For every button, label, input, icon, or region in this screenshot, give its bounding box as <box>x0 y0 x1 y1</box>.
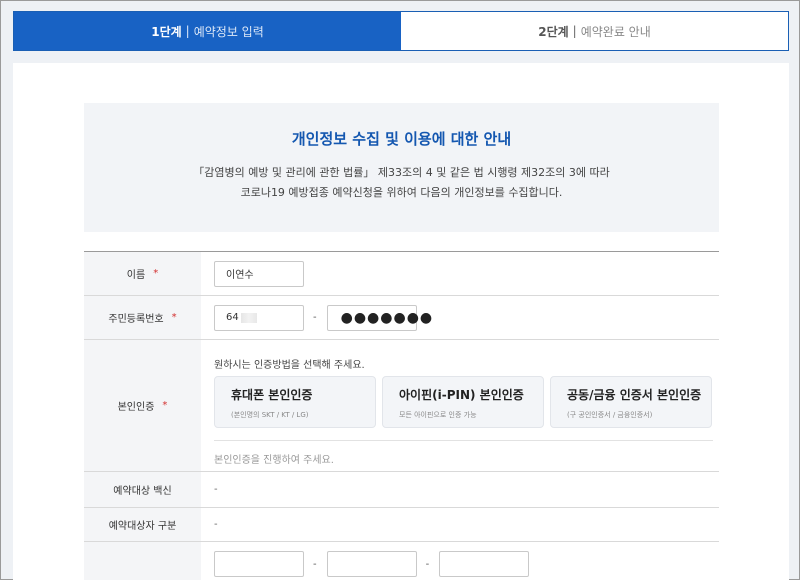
phone-part-2-input[interactable] <box>326 551 417 577</box>
name-label-text: 이름 <box>126 270 146 281</box>
rrn-field-cell: 64 - ●●●●●●● <box>201 296 719 339</box>
name-row: 이름 * 이연수 <box>84 252 719 296</box>
name-input[interactable]: 이연수 <box>214 260 304 287</box>
auth-label: 본인인증 * <box>84 340 201 471</box>
rrn-front-input[interactable]: 64 <box>214 304 304 331</box>
required-mark: * <box>171 312 177 323</box>
vaccine-label: 예약대상 백신 <box>84 472 201 507</box>
privacy-notice: 개인정보 수집 및 이용에 대한 안내 「감염병의 예방 및 관리에 관한 법률… <box>84 103 719 232</box>
vaccine-field-cell: - <box>201 472 719 507</box>
phone-part-3-input[interactable] <box>439 551 530 577</box>
category-field-cell: - <box>201 508 719 541</box>
rrn-back-input[interactable]: ●●●●●●● <box>326 304 432 331</box>
step-2-tab[interactable]: 2단계 | 예약완료 안내 <box>401 12 788 50</box>
privacy-notice-line-2: 코로나19 예방접종 예약신청을 위하여 다음의 개인정보를 수집합니다. <box>240 186 563 199</box>
phone-part-1-input[interactable] <box>214 551 304 577</box>
rrn-label-text: 주민등록번호 <box>108 314 164 325</box>
step-2-label: 예약완료 안내 <box>580 24 651 39</box>
step-1-separator: | <box>185 24 190 38</box>
auth-field-cell: 원하시는 인증방법을 선택해 주세요. 휴대폰 본인인증 (본인명의 SKT /… <box>201 340 719 471</box>
required-mark: * <box>162 400 168 411</box>
page-frame: 1단계 | 예약정보 입력 2단계 | 예약완료 안내 개인정보 수집 및 이용… <box>0 0 800 580</box>
phone-auth-subtitle: (본인명의 SKT / KT / LG) <box>231 411 309 419</box>
privacy-notice-title: 개인정보 수집 및 이용에 대한 안내 <box>291 130 512 148</box>
auth-label-text: 본인인증 <box>117 402 155 413</box>
step-1-tab[interactable]: 1단계 | 예약정보 입력 <box>14 12 401 50</box>
phone-dash-1: - <box>313 558 317 570</box>
step-1-number: 1단계 <box>151 24 182 39</box>
step-1-label: 예약정보 입력 <box>193 24 264 39</box>
privacy-notice-line-1: 「감염병의 예방 및 관리에 관한 법률」 제33조의 4 및 같은 법 시행령… <box>193 166 610 179</box>
phone-field-cell: - - <box>201 542 719 580</box>
category-label-text: 예약대상자 구분 <box>108 521 177 532</box>
step-2-separator: | <box>572 24 577 38</box>
phone-auth-button[interactable]: 휴대폰 본인인증 (본인명의 SKT / KT / LG) <box>214 376 376 428</box>
phone-auth-title: 휴대폰 본인인증 <box>231 388 313 402</box>
vaccine-value: - <box>214 484 218 495</box>
certificate-auth-subtitle: (구 공인인증서 / 금융인증서) <box>567 411 653 419</box>
rrn-dash: - <box>313 312 317 323</box>
category-row: 예약대상자 구분 - <box>84 508 719 542</box>
auth-status-note: 본인인증을 진행하여 주세요. <box>214 455 334 466</box>
auth-row: 본인인증 * 원하시는 인증방법을 선택해 주세요. 휴대폰 본인인증 (본인명… <box>84 340 719 472</box>
ipin-auth-subtitle: 모든 아이핀으로 인증 가능 <box>399 411 477 419</box>
phone-row: - - <box>84 542 719 580</box>
vaccine-label-text: 예약대상 백신 <box>113 486 172 497</box>
name-input-value: 이연수 <box>226 270 254 281</box>
certificate-auth-title: 공동/금융 인증서 본인인증 <box>567 388 702 402</box>
rrn-row: 주민등록번호 * 64 - ●●●●●●● <box>84 296 719 340</box>
privacy-notice-body: 「감염병의 예방 및 관리에 관한 법률」 제33조의 4 및 같은 법 시행령… <box>84 163 719 203</box>
rrn-label: 주민등록번호 * <box>84 296 201 339</box>
reservation-form: 이름 * 이연수 주민등록번호 * 64 - ●●●●●●● 본인인증 * 원하… <box>84 251 719 580</box>
certificate-auth-button[interactable]: 공동/금융 인증서 본인인증 (구 공인인증서 / 금융인증서) <box>550 376 712 428</box>
reservation-card: 개인정보 수집 및 이용에 대한 안내 「감염병의 예방 및 관리에 관한 법률… <box>13 63 789 580</box>
step-tabs: 1단계 | 예약정보 입력 2단계 | 예약완료 안내 <box>13 11 789 51</box>
rrn-front-value: 64 <box>226 312 239 323</box>
name-field-cell: 이연수 <box>201 252 719 295</box>
auth-guide-text: 원하시는 인증방법을 선택해 주세요. <box>214 360 365 371</box>
category-label: 예약대상자 구분 <box>84 508 201 541</box>
phone-label <box>84 542 201 580</box>
phone-dash-2: - <box>425 558 430 570</box>
name-label: 이름 * <box>84 252 201 295</box>
ipin-auth-title: 아이핀(i-PIN) 본인인증 <box>399 388 524 402</box>
rrn-back-value: ●●●●●●● <box>340 309 434 326</box>
redacted-area <box>240 312 257 323</box>
category-value: - <box>214 519 218 530</box>
step-2-number: 2단계 <box>538 24 569 39</box>
ipin-auth-button[interactable]: 아이핀(i-PIN) 본인인증 모든 아이핀으로 인증 가능 <box>382 376 544 428</box>
auth-divider <box>214 440 713 441</box>
required-mark: * <box>153 268 159 279</box>
vaccine-row: 예약대상 백신 - <box>84 472 719 508</box>
